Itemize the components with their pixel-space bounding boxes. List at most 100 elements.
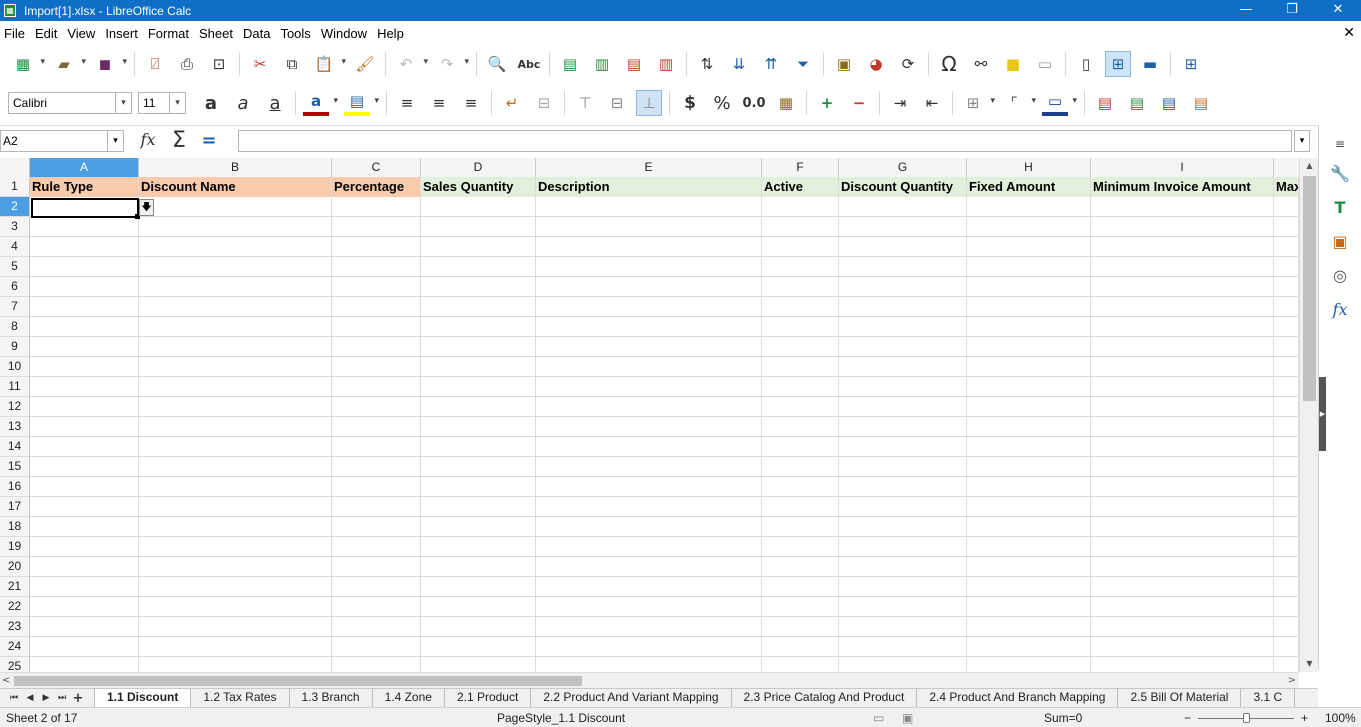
wrap-text-icon[interactable]: ↵ (499, 90, 525, 116)
horizontal-scrollbar[interactable]: < > (0, 672, 1299, 688)
cell[interactable] (762, 317, 839, 337)
row-header[interactable]: 9 (0, 337, 30, 357)
cell[interactable] (1091, 437, 1274, 457)
menu-file[interactable]: File (0, 26, 29, 41)
cell[interactable] (30, 597, 139, 617)
cell[interactable] (839, 477, 967, 497)
cell[interactable] (536, 417, 762, 437)
menu-window[interactable]: Window (317, 26, 371, 41)
cell[interactable] (1091, 557, 1274, 577)
split-window-icon[interactable]: ▬ (1137, 51, 1163, 77)
row-header[interactable]: 6 (0, 277, 30, 297)
row-header[interactable]: 3 (0, 217, 30, 237)
cell[interactable] (139, 457, 332, 477)
sidebar-menu-icon[interactable]: ≡ (1326, 135, 1354, 153)
cell[interactable] (139, 497, 332, 517)
horizontal-scroll-thumb[interactable] (14, 676, 582, 686)
cell[interactable] (762, 497, 839, 517)
column-header[interactable]: D (421, 158, 536, 177)
cell[interactable] (139, 397, 332, 417)
scroll-right-icon[interactable]: > (1288, 673, 1296, 689)
cell[interactable] (839, 317, 967, 337)
cell[interactable] (536, 297, 762, 317)
cell[interactable] (967, 457, 1091, 477)
cell[interactable] (421, 257, 536, 277)
cell[interactable] (421, 337, 536, 357)
row-header[interactable]: 23 (0, 617, 30, 637)
properties-icon[interactable]: 🔧 (1326, 159, 1354, 187)
delete-row-icon[interactable]: ▤ (621, 51, 647, 77)
cell[interactable] (1274, 337, 1299, 357)
cell[interactable] (139, 517, 332, 537)
cell[interactable] (536, 637, 762, 657)
expand-formula-bar-icon[interactable]: ▾ (1294, 130, 1310, 152)
cell[interactable] (332, 497, 421, 517)
insert-row-icon[interactable]: ▤ (557, 51, 583, 77)
cell[interactable] (536, 397, 762, 417)
cell[interactable] (139, 257, 332, 277)
cell[interactable] (762, 197, 839, 217)
cell[interactable] (1274, 377, 1299, 397)
cell[interactable] (536, 577, 762, 597)
row-header[interactable]: 8 (0, 317, 30, 337)
cell[interactable] (839, 257, 967, 277)
cell[interactable] (967, 277, 1091, 297)
row-header[interactable]: 4 (0, 237, 30, 257)
sidebar-collapse-handle[interactable]: ▶ (1319, 377, 1326, 451)
cell[interactable] (839, 497, 967, 517)
cell[interactable] (30, 657, 139, 672)
cell[interactable] (1274, 237, 1299, 257)
cell[interactable] (30, 197, 139, 217)
row-header[interactable]: 16 (0, 477, 30, 497)
row-header[interactable]: 24 (0, 637, 30, 657)
cell[interactable] (1091, 457, 1274, 477)
previous-sheet-icon[interactable]: ◀ (22, 693, 38, 703)
cell[interactable] (332, 597, 421, 617)
sheet-tab[interactable]: 2.4 Product And Branch Mapping (917, 689, 1119, 707)
number-format-icon[interactable]: 0.0 (741, 90, 767, 116)
cell[interactable] (762, 357, 839, 377)
save-icon[interactable]: ◼ (92, 51, 127, 77)
cell[interactable] (536, 457, 762, 477)
cell[interactable] (967, 577, 1091, 597)
delete-column-icon[interactable]: ▥ (653, 51, 679, 77)
cell[interactable] (536, 237, 762, 257)
page-style[interactable]: PageStyle_1.1 Discount (497, 711, 625, 725)
cell[interactable] (1274, 637, 1299, 657)
cell[interactable] (536, 617, 762, 637)
cell[interactable] (332, 577, 421, 597)
delete-decimal-icon[interactable]: − (846, 90, 872, 116)
cell[interactable] (839, 197, 967, 217)
cell[interactable] (1274, 477, 1299, 497)
cell[interactable] (421, 557, 536, 577)
cell[interactable] (421, 377, 536, 397)
column-header[interactable]: A (30, 158, 139, 177)
cell[interactable] (839, 397, 967, 417)
cell[interactable] (762, 517, 839, 537)
cell[interactable] (1274, 357, 1299, 377)
cell[interactable] (332, 657, 421, 672)
sort-icon[interactable]: ⇅ (694, 51, 720, 77)
cell[interactable] (139, 597, 332, 617)
cell[interactable] (139, 197, 332, 217)
cell[interactable] (30, 237, 139, 257)
cell[interactable] (30, 357, 139, 377)
print-preview-icon[interactable]: ⊡ (206, 51, 232, 77)
cell[interactable] (536, 357, 762, 377)
insert-column-icon[interactable]: ▥ (589, 51, 615, 77)
cell[interactable] (762, 337, 839, 357)
formula-input[interactable] (238, 130, 1292, 152)
cell[interactable] (762, 457, 839, 477)
formula-icon[interactable]: = (198, 130, 220, 151)
cell[interactable] (839, 537, 967, 557)
cell[interactable] (1091, 257, 1274, 277)
cell[interactable] (421, 357, 536, 377)
sheet-tab[interactable]: 2.5 Bill Of Material (1118, 689, 1242, 707)
cell[interactable] (30, 497, 139, 517)
cell[interactable] (332, 437, 421, 457)
row-header[interactable]: 11 (0, 377, 30, 397)
row-header[interactable]: 14 (0, 437, 30, 457)
cell[interactable] (762, 437, 839, 457)
header-cell[interactable]: Active (762, 177, 839, 197)
cell[interactable] (536, 557, 762, 577)
